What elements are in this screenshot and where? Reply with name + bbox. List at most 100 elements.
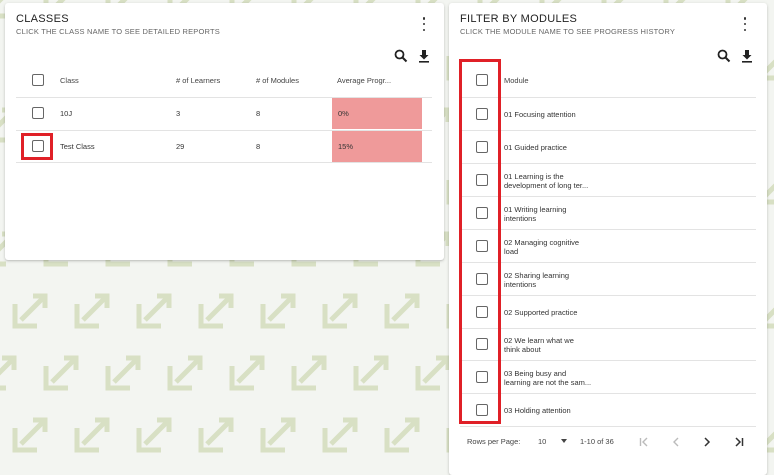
average-progress-cell: 0%: [332, 98, 422, 129]
divider: [460, 163, 756, 164]
module-name-link[interactable]: 02 Managing cognitive load: [504, 238, 614, 256]
divider: [460, 262, 756, 263]
column-header-learners[interactable]: # of Learners: [176, 76, 220, 85]
row-checkbox[interactable]: [32, 140, 44, 152]
row-checkbox[interactable]: [476, 338, 488, 350]
divider: [460, 360, 756, 361]
divider: [460, 130, 756, 131]
pattern-arrow-icon: [198, 293, 234, 329]
first-page-icon[interactable]: [638, 436, 650, 448]
module-name-line: 01 Learning is the: [504, 171, 564, 181]
module-name-line: intentions: [504, 213, 537, 223]
row-checkbox[interactable]: [476, 306, 488, 318]
module-name-line: learning are not the sam...: [504, 377, 592, 387]
pattern-arrow-icon: [291, 355, 327, 391]
average-progress-cell: 15%: [332, 131, 422, 162]
divider: [460, 295, 756, 296]
column-header-class[interactable]: Class: [60, 76, 79, 85]
row-checkbox[interactable]: [476, 207, 488, 219]
learners-count: 29: [176, 142, 185, 151]
module-name-line: 02 Supported practice: [504, 308, 578, 317]
pattern-arrow-icon: [322, 417, 358, 453]
last-page-icon[interactable]: [733, 436, 745, 448]
download-icon[interactable]: [417, 49, 431, 63]
module-name-link[interactable]: 03 Being busy and learning are not the sa…: [504, 369, 614, 387]
module-name-line: 02 Managing cognitive: [504, 237, 580, 247]
download-icon[interactable]: [740, 49, 754, 63]
column-header-module[interactable]: Module: [504, 76, 529, 85]
pattern-arrow-icon: [12, 293, 48, 329]
class-name-link[interactable]: Test Class: [60, 142, 95, 151]
previous-page-icon[interactable]: [670, 436, 682, 448]
divider: [460, 426, 756, 427]
pattern-arrow-icon: [384, 417, 420, 453]
pattern-arrow-icon: [74, 293, 110, 329]
pattern-arrow-icon: [415, 355, 451, 391]
pattern-arrow-icon: [353, 355, 389, 391]
learners-count: 3: [176, 109, 181, 118]
module-name-link[interactable]: 01 Focusing attention: [504, 110, 614, 119]
dropdown-icon[interactable]: [561, 439, 567, 443]
module-name-line: load: [504, 246, 519, 256]
module-name-link[interactable]: 02 We learn what we think about: [504, 336, 614, 354]
modules-card: FILTER BY MODULES CLICK THE MODULE NAME …: [449, 3, 767, 475]
module-name-link[interactable]: 01 Writing learning intentions: [504, 205, 614, 223]
more-options-icon[interactable]: [419, 17, 429, 31]
column-header-modules[interactable]: # of Modules: [256, 76, 299, 85]
row-checkbox[interactable]: [32, 107, 44, 119]
divider: [460, 328, 756, 329]
row-checkbox[interactable]: [476, 108, 488, 120]
pattern-arrow-icon: [229, 355, 265, 391]
search-icon[interactable]: [717, 49, 731, 63]
classes-title: CLASSES: [16, 13, 69, 25]
classes-card: CLASSES CLICK THE CLASS NAME TO SEE DETA…: [5, 3, 444, 260]
module-name-line: 02 We learn what we: [504, 335, 574, 345]
divider: [16, 162, 432, 163]
class-name-link[interactable]: 10J: [60, 109, 72, 118]
rows-per-page-select[interactable]: 10: [538, 437, 546, 446]
module-name-line: development of long ter...: [504, 180, 589, 190]
row-checkbox[interactable]: [476, 240, 488, 252]
row-checkbox[interactable]: [476, 174, 488, 186]
select-all-checkbox[interactable]: [476, 74, 488, 86]
module-name-link[interactable]: 02 Supported practice: [504, 308, 614, 317]
pattern-arrow-icon: [43, 355, 79, 391]
pattern-arrow-icon: [384, 293, 420, 329]
select-all-checkbox[interactable]: [32, 74, 44, 86]
module-name-line: 03 Holding attention: [504, 406, 571, 415]
module-name-link[interactable]: 03 Holding attention: [504, 406, 614, 415]
pattern-arrow-icon: [322, 293, 358, 329]
module-name-line: 01 Guided practice: [504, 143, 567, 152]
more-options-icon[interactable]: [740, 17, 750, 31]
row-checkbox[interactable]: [476, 273, 488, 285]
pattern-arrow-icon: [260, 417, 296, 453]
divider: [460, 196, 756, 197]
module-name-line: 01 Focusing attention: [504, 110, 576, 119]
row-checkbox[interactable]: [476, 371, 488, 383]
pattern-arrow-icon: [136, 293, 172, 329]
modules-title: FILTER BY MODULES: [460, 13, 578, 25]
rows-per-page-label: Rows per Page:: [467, 437, 521, 446]
modules-count: 8: [256, 142, 261, 151]
divider: [460, 393, 756, 394]
module-name-link[interactable]: 02 Sharing learning intentions: [504, 271, 614, 289]
module-name-line: 03 Being busy and: [504, 368, 567, 378]
row-checkbox[interactable]: [476, 404, 488, 416]
search-icon[interactable]: [394, 49, 408, 63]
module-name-link[interactable]: 01 Learning is the development of long te…: [504, 172, 614, 190]
divider: [460, 229, 756, 230]
pattern-arrow-icon: [0, 355, 17, 391]
module-name-line: think about: [504, 344, 541, 354]
divider: [460, 97, 756, 98]
page-range: 1-10 of 36: [580, 437, 614, 446]
row-checkbox[interactable]: [476, 141, 488, 153]
pattern-arrow-icon: [260, 293, 296, 329]
next-page-icon[interactable]: [701, 436, 713, 448]
module-name-line: 01 Writing learning: [504, 204, 567, 214]
pattern-arrow-icon: [136, 417, 172, 453]
column-header-average-progress[interactable]: Average Progr...: [337, 76, 391, 85]
module-name-link[interactable]: 01 Guided practice: [504, 143, 614, 152]
modules-subtitle: CLICK THE MODULE NAME TO SEE PROGRESS HI…: [460, 27, 676, 36]
module-name-line: 02 Sharing learning: [504, 270, 570, 280]
pattern-arrow-icon: [198, 417, 234, 453]
